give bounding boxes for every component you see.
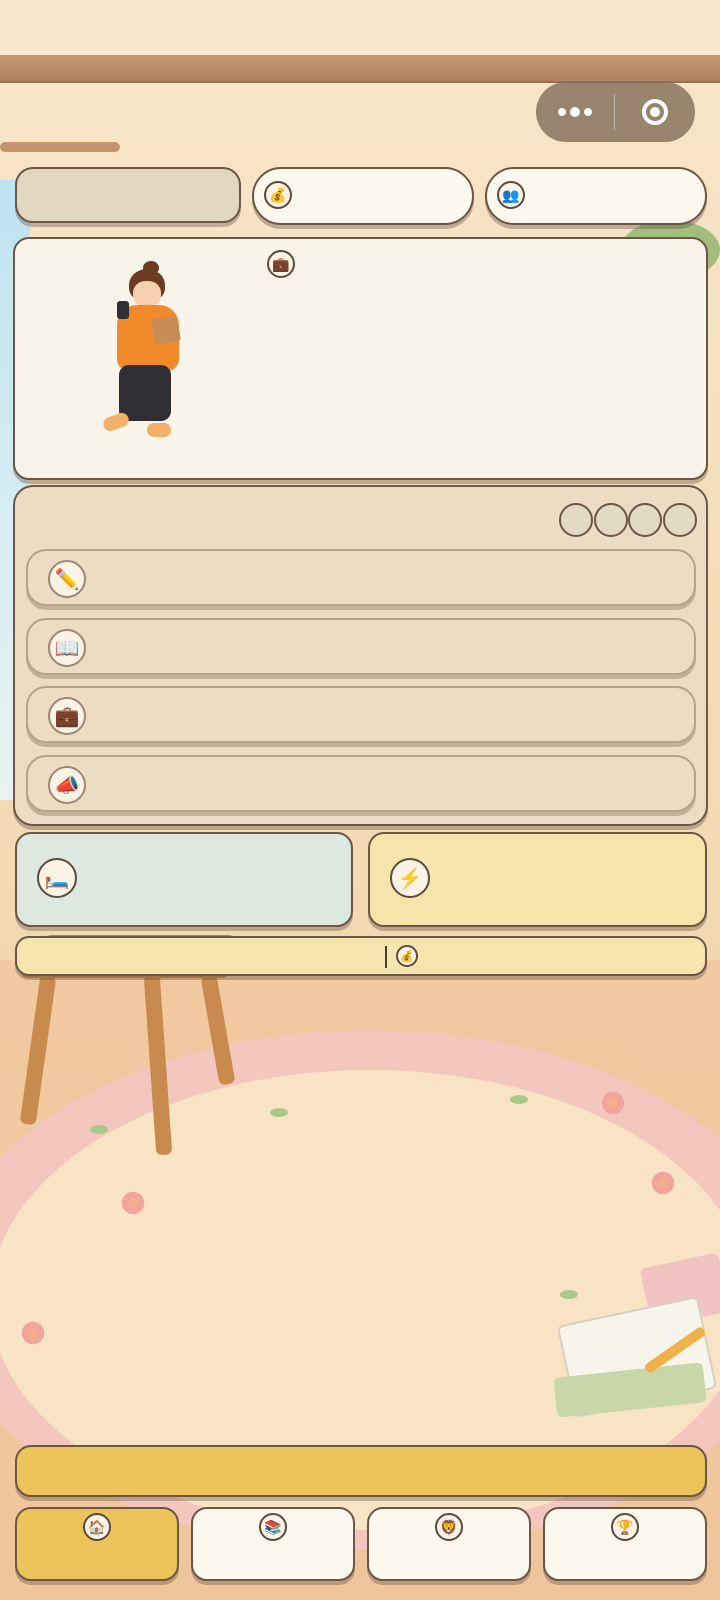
miniprogram-capsule [536,82,695,142]
money-bag-icon: 💰 [264,181,292,209]
nav-tab-library[interactable]: 📚 [191,1507,355,1581]
action-work[interactable]: 💼 [26,686,696,743]
sleep-card[interactable]: 🛏️ [15,832,353,927]
rug-flower [650,1170,676,1196]
ceiling [0,0,720,55]
action-study[interactable]: 📖 [26,618,696,675]
briefcase-icon: 💼 [267,250,295,278]
rug-leaf [90,1125,108,1134]
trophy-icon: 🏆 [611,1513,639,1541]
rug-leaf [270,1108,288,1117]
energy-card[interactable]: ⚡ [368,832,707,927]
gold-pill[interactable]: 💰 [252,167,474,225]
main-action-button[interactable] [15,1445,707,1497]
progress-marker [385,946,387,968]
friends-pill[interactable]: 👥 [485,167,707,225]
briefcase-icon: 💼 [48,697,86,735]
target-close-icon[interactable] [615,82,695,142]
nav-tab-trophy[interactable]: 🏆 [543,1507,707,1581]
bed-icon: 🛏️ [37,858,77,898]
rug-flower [20,1320,46,1346]
book-stack [553,1252,720,1420]
curtain-rod [0,142,120,152]
character-avatar[interactable] [95,261,190,445]
empty-slot[interactable] [594,503,628,537]
action-write[interactable]: ✏️ [26,549,696,606]
ceiling-beam [0,55,720,81]
megaphone-icon: 📣 [48,766,86,804]
house-icon: 🏠 [83,1513,111,1541]
empty-slot[interactable] [628,503,662,537]
empty-slot[interactable] [663,503,697,537]
open-book-icon: 📖 [48,629,86,667]
player-name-pill[interactable] [15,167,241,223]
action-promote[interactable]: 📣 [26,755,696,812]
pencil-icon: ✏️ [48,560,86,598]
people-icon: 👥 [497,181,525,209]
nav-tab-home[interactable]: 🏠 [15,1507,179,1581]
progress-bar [15,936,707,976]
lightning-icon: ⚡ [390,858,430,898]
books-icon: 📚 [259,1513,287,1541]
coin-icon: 💰 [396,945,418,967]
rug-flower [120,1190,146,1216]
rug-leaf [510,1095,528,1104]
lion-icon: 🦁 [435,1513,463,1541]
nav-tab-pet[interactable]: 🦁 [367,1507,531,1581]
rug-flower [600,1090,626,1116]
more-dots-icon[interactable] [536,82,614,142]
empty-slot[interactable] [559,503,593,537]
rug-leaf [560,1290,578,1299]
